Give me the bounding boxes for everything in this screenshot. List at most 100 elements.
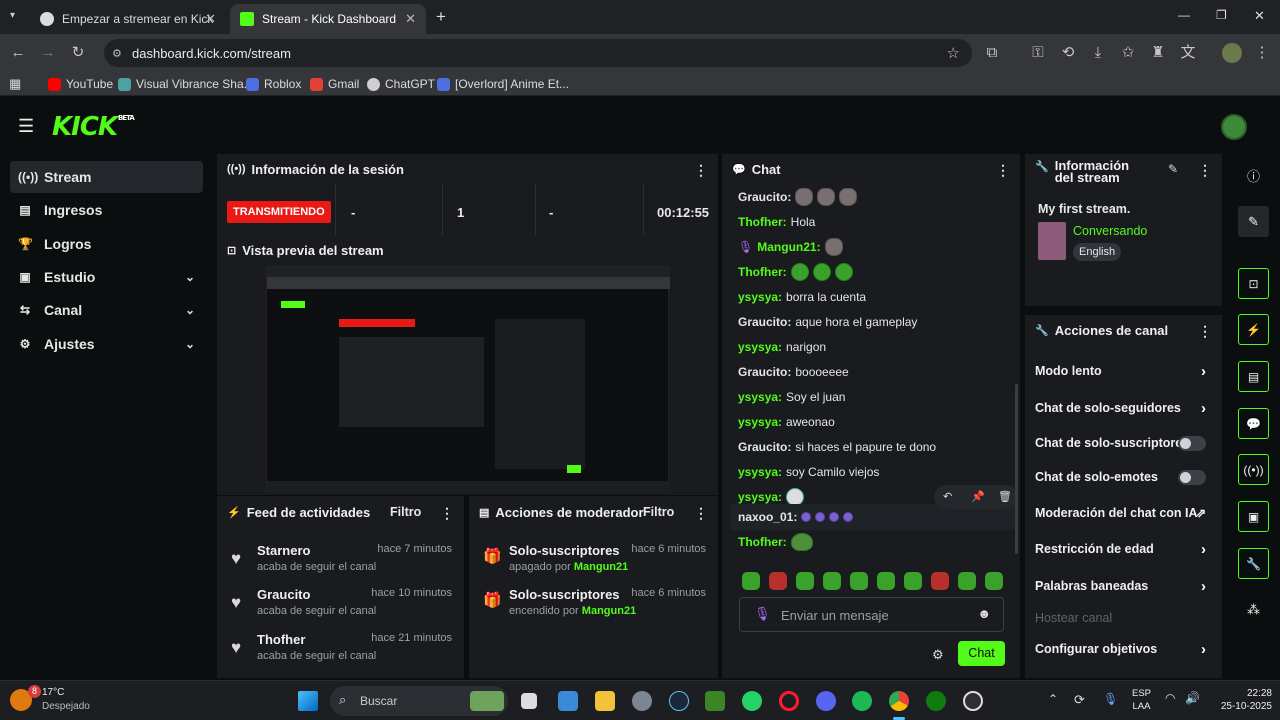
layout-icon[interactable]: ⁂ [1238, 594, 1269, 625]
more-options-icon[interactable]: ⋮ [694, 162, 708, 179]
action-moderacion-ia[interactable]: Moderación del chat con IA ⇗ [1035, 497, 1212, 529]
emote-icon[interactable] [850, 572, 868, 590]
tab-kick-dashboard[interactable]: Stream - Kick Dashboard ✕ [230, 4, 426, 34]
more-options-icon[interactable]: ⋮ [694, 505, 708, 522]
edit-pencil-icon[interactable]: ✎ [1168, 162, 1178, 176]
chat-username[interactable]: Graucito: [738, 365, 791, 379]
apps-icon[interactable]: ▦ [9, 75, 21, 93]
action-palabras-baneadas[interactable]: Palabras baneadas › [1035, 570, 1212, 602]
screen-capture-icon[interactable]: ⊡ [1238, 268, 1269, 299]
bookmark-chatgpt[interactable]: ChatGPT [367, 75, 435, 93]
chat-username[interactable]: ysysya: [738, 465, 782, 479]
emote-icon[interactable] [796, 572, 814, 590]
user-avatar[interactable] [1221, 114, 1247, 140]
bookmark-gmail[interactable]: Gmail [310, 75, 359, 93]
whatsapp-icon[interactable] [742, 691, 762, 711]
kick-logo[interactable]: KICK BETA [52, 112, 135, 142]
site-info-icon[interactable]: ⚙ [112, 47, 122, 60]
file-explorer-icon[interactable] [595, 691, 615, 711]
hamburger-menu-icon[interactable]: ☰ [18, 116, 34, 137]
emote-icon[interactable] [769, 572, 787, 590]
chat-username[interactable]: ysysya: [738, 390, 782, 404]
mod-action-user[interactable]: Mangun21 [582, 605, 636, 617]
sidebar-item-logros[interactable]: 🏆 Logros [10, 228, 203, 260]
action-configurar-objetivos[interactable]: Configurar objetivos › [1035, 633, 1212, 665]
extension-puzzle-icon[interactable]: ♜ [1148, 43, 1168, 63]
close-icon[interactable]: ✕ [405, 11, 416, 27]
menu-icon[interactable]: ⋮ [1252, 43, 1272, 63]
sidebar-item-ingresos[interactable]: ▤ Ingresos [10, 194, 203, 226]
feed-username[interactable]: Graucito [257, 587, 310, 602]
document-icon[interactable]: ▤ [1238, 361, 1269, 392]
chat-input[interactable]: 🎙 Enviar un mensaje ☻ [739, 597, 1004, 632]
url-input[interactable]: ⚙ dashboard.kick.com/stream ☆ [104, 39, 972, 67]
favorites-icon[interactable]: ✩ [1118, 43, 1138, 63]
back-icon[interactable]: ← [8, 43, 28, 63]
wrench-icon[interactable]: 🔧 [1238, 548, 1269, 579]
stream-preview-video[interactable] [266, 266, 670, 493]
feed-username[interactable]: Starnero [257, 543, 310, 558]
tab-start-streaming[interactable]: Empezar a stremear en Kick ✕ [30, 4, 226, 34]
chat-username[interactable]: Graucito: [738, 440, 791, 454]
lightning-icon[interactable]: ⚡ [1238, 314, 1269, 345]
extensions-icon[interactable]: ⧉ [982, 43, 1002, 63]
filter-button[interactable]: Filtro [643, 505, 674, 519]
weather-widget[interactable]: 8 17°C Despejado [8, 685, 108, 717]
trash-icon[interactable]: 🗑 [998, 490, 1012, 503]
xbox-icon[interactable] [926, 691, 946, 711]
more-options-icon[interactable]: ⋮ [1198, 323, 1212, 340]
taskbar-search[interactable]: ⌕ Buscar [330, 686, 508, 716]
sidebar-item-ajustes[interactable]: ⚙ Ajustes ⌄ [10, 328, 203, 360]
feed-username[interactable]: Thofher [257, 632, 305, 647]
chat-username[interactable]: Thofher: [738, 265, 787, 279]
language-indicator[interactable]: ESP LAA [1132, 687, 1151, 713]
chat-username[interactable]: naxoo_01: [738, 510, 797, 524]
emote-icon[interactable] [904, 572, 922, 590]
category-name[interactable]: Conversando [1073, 224, 1147, 238]
more-options-icon[interactable]: ⋮ [996, 162, 1010, 179]
action-modo-lento[interactable]: Modo lento › [1035, 355, 1212, 387]
bookmark-star-icon[interactable]: ☆ [947, 44, 960, 62]
chat-username[interactable]: Thofher: [738, 215, 787, 229]
send-chat-button[interactable]: Chat [958, 641, 1005, 666]
forward-icon[interactable]: → [38, 43, 58, 63]
volume-icon[interactable]: 🔊 [1185, 691, 1200, 705]
close-window-icon[interactable]: ✕ [1254, 8, 1265, 24]
mod-action-user[interactable]: Mangun21 [574, 561, 628, 573]
chat-username[interactable]: Graucito: [738, 315, 791, 329]
windows-start-icon[interactable] [298, 691, 318, 711]
wifi-icon[interactable]: ◠ [1165, 691, 1175, 705]
tab-search-icon[interactable]: ▾ [10, 10, 15, 21]
chat-username[interactable]: ysysya: [738, 340, 782, 354]
emote-icon[interactable] [931, 572, 949, 590]
sidebar-item-canal[interactable]: ⇆ Canal ⌄ [10, 294, 203, 326]
emote-icon[interactable] [958, 572, 976, 590]
maximize-icon[interactable]: ❐ [1216, 8, 1227, 22]
bookmark-youtube[interactable]: YouTube [48, 75, 113, 93]
action-restriccion-edad[interactable]: Restricción de edad › [1035, 533, 1212, 565]
action-solo-seguidores[interactable]: Chat de solo-seguidores › [1035, 392, 1212, 424]
minecraft-icon[interactable] [705, 691, 725, 711]
reply-icon[interactable]: ↶ [943, 490, 952, 503]
opera-icon[interactable] [779, 691, 799, 711]
password-icon[interactable]: ⚿ [1028, 43, 1048, 63]
moderation-icon[interactable]: ▣ [1238, 501, 1269, 532]
solo-emotes-toggle[interactable] [1178, 469, 1206, 485]
chat-username[interactable]: ysysya: [738, 490, 782, 504]
emote-icon[interactable] [985, 572, 1003, 590]
emote-icon[interactable] [823, 572, 841, 590]
sync-icon[interactable]: ⟳ [1074, 692, 1085, 708]
emoji-icon[interactable]: ☻ [977, 606, 991, 621]
task-view-icon[interactable] [521, 693, 537, 709]
steam-icon[interactable] [669, 691, 689, 711]
close-icon[interactable]: ✕ [205, 11, 216, 27]
translate-icon[interactable]: 文 [1178, 43, 1198, 63]
clock[interactable]: 22:28 25-10-2025 [1208, 687, 1272, 713]
history-icon[interactable]: ⟲ [1058, 43, 1078, 63]
bookmark-roblox[interactable]: Roblox [246, 75, 301, 93]
profile-avatar[interactable] [1222, 43, 1242, 63]
chat-username[interactable]: ysysya: [738, 415, 782, 429]
more-options-icon[interactable]: ⋮ [440, 505, 454, 522]
chat-bubble-icon[interactable]: 💬 [1238, 408, 1269, 439]
chrome-icon[interactable] [889, 691, 909, 711]
